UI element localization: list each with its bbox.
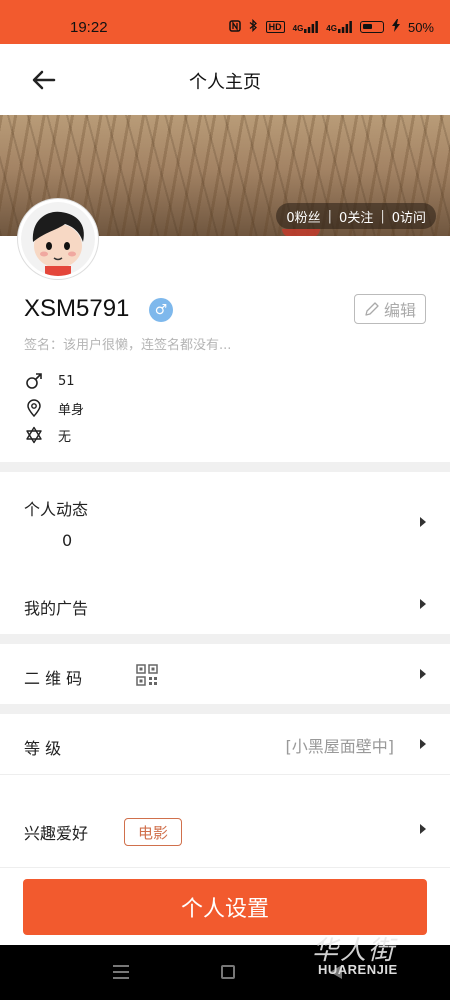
section-divider xyxy=(0,704,450,714)
stats-separator: | xyxy=(380,208,385,224)
chevron-right-icon xyxy=(420,669,426,679)
home-icon[interactable] xyxy=(221,965,235,979)
watermark-logo: 华人街 HUARENJIE xyxy=(312,930,397,977)
stats-separator: | xyxy=(327,208,333,224)
charging-icon xyxy=(391,19,400,35)
moments-count: 0 xyxy=(62,531,73,550)
info-marital: 单身 xyxy=(24,397,84,419)
chevron-right-icon xyxy=(420,739,426,749)
hobby-tag: 电影 xyxy=(124,818,182,846)
avatar-image xyxy=(21,202,95,276)
info-extra: 无 xyxy=(24,424,71,446)
avatar[interactable] xyxy=(18,199,98,279)
battery-percent: 50% xyxy=(407,19,434,35)
following-count[interactable]: 0关注 xyxy=(339,207,373,226)
header: 个人主页 xyxy=(0,44,450,115)
status-bar: 19:22 HD 4G 4G 50% xyxy=(0,0,450,44)
ads-row[interactable]: 我的广告 xyxy=(0,574,450,634)
pencil-icon xyxy=(365,302,379,316)
hd-icon: HD xyxy=(265,21,285,33)
extra-value: 无 xyxy=(58,429,72,445)
info-age: 51 xyxy=(24,370,75,392)
male-gender-icon: ♂ xyxy=(149,298,173,322)
signal-4g-icon: 4G xyxy=(293,21,319,33)
moments-label: 个人动态 xyxy=(24,500,89,519)
male-icon xyxy=(24,371,44,391)
level-value: [小黑屋面壁中] xyxy=(285,737,395,756)
status-icons: HD 4G 4G 50% xyxy=(228,18,434,35)
banner-decoration xyxy=(282,229,320,236)
row-divider xyxy=(0,867,450,868)
level-label: 等 级 xyxy=(24,739,62,758)
star-of-david-icon xyxy=(24,425,44,445)
qr-code-row[interactable]: 二 维 码 xyxy=(0,644,450,704)
section-divider xyxy=(0,634,450,644)
signature: 签名：该用户很懒，连签名都没有... xyxy=(24,338,232,353)
visits-count[interactable]: 0访问 xyxy=(392,207,426,226)
network-type-label: 4G xyxy=(326,24,337,33)
watermark-en: HUARENJIE xyxy=(318,962,398,977)
hobby-label: 兴趣爱好 xyxy=(24,824,89,843)
location-pin-icon xyxy=(24,398,44,418)
fans-count[interactable]: 0粉丝 xyxy=(286,207,320,226)
section-divider xyxy=(0,462,450,472)
chevron-right-icon xyxy=(420,599,426,609)
marital-value: 单身 xyxy=(58,402,85,418)
qr-code-icon xyxy=(136,664,158,690)
signal-4g-icon: 4G xyxy=(326,21,352,33)
nfc-icon xyxy=(228,19,241,35)
page-title: 个人主页 xyxy=(189,72,261,93)
moments-row[interactable]: 个人动态 0 xyxy=(0,472,450,562)
stats-pill: 0粉丝 | 0关注 | 0访问 xyxy=(276,203,436,229)
ads-label: 我的广告 xyxy=(24,599,89,618)
personal-settings-button[interactable]: 个人设置 xyxy=(23,879,427,935)
edit-label: 编辑 xyxy=(383,301,416,320)
username: XSM5791 xyxy=(24,295,130,322)
edit-button[interactable]: 编辑 xyxy=(354,294,426,324)
network-type-label: 4G xyxy=(292,24,304,33)
bluetooth-icon xyxy=(249,18,258,35)
age-value: 51 xyxy=(58,373,75,389)
menu-icon[interactable] xyxy=(113,965,129,979)
chevron-right-icon xyxy=(420,517,426,527)
chevron-right-icon xyxy=(420,824,426,834)
battery-icon xyxy=(359,21,384,33)
status-time: 19:22 xyxy=(70,19,108,36)
qr-code-label: 二 维 码 xyxy=(24,669,83,688)
hobby-row[interactable]: 兴趣爱好 xyxy=(0,775,450,867)
